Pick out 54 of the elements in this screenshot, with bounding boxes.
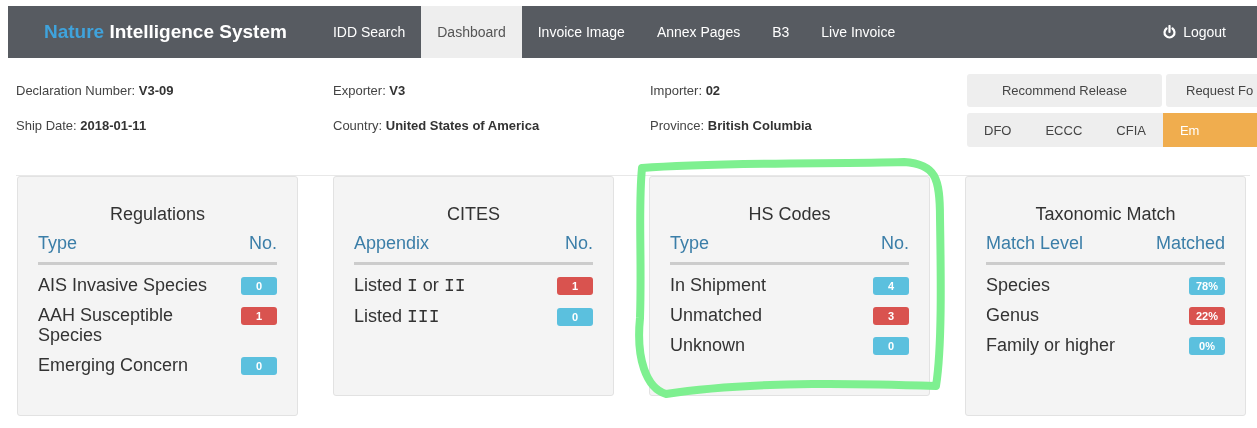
card-title: Regulations [108,204,207,225]
nav-tab[interactable]: Dashboard [421,6,522,58]
count-badge: 0 [241,357,277,375]
row-label: Unmatched [670,305,763,325]
column-header: Type [670,233,710,254]
detail-field: Province: British Columbia [650,118,967,133]
row-label: Unknown [670,335,746,355]
count-badge: 22% [1189,307,1225,325]
row-label: AIS Invasive Species [38,275,208,295]
detail-field: Importer: 02 [650,83,967,98]
count-badge: 1 [241,307,277,325]
agency-tab[interactable]: DFO [967,113,1029,147]
card-title: HS Codes [747,204,832,225]
count-badge: 4 [873,277,909,295]
nav-tab[interactable]: Live Invoice [805,6,912,58]
count-badge: 0 [557,308,593,326]
row-label: Listed III [354,306,440,327]
column-header: Appendix [354,233,430,254]
nav-tab[interactable]: Annex Pages [640,6,757,58]
nav-tab[interactable]: B3 [756,6,806,58]
nav-tab[interactable]: IDD Search [316,6,422,58]
column-header: Match Level [986,233,1084,254]
column-header: No. [249,233,277,254]
count-badge: 0 [241,277,277,295]
card-title: Taxonomic Match [1034,204,1177,225]
row-label: AAH Susceptible Species [38,305,175,345]
count-badge: 3 [873,307,909,325]
row-label: Listed I or II [354,275,466,296]
action-button[interactable]: Recommend Release [967,74,1162,107]
column-header: No. [881,233,909,254]
detail-field: Ship Date: 2018-01-11 [16,118,333,133]
count-badge: 78% [1189,277,1225,295]
card-title: CITES [446,204,501,225]
count-badge: 0% [1189,337,1225,355]
power-icon [1163,25,1177,39]
row-label: Species [986,275,1051,295]
count-badge: 0 [873,337,909,355]
detail-field: Country: United States of America [333,118,650,133]
nav-tab[interactable]: Invoice Image [521,6,641,58]
agency-tab[interactable]: CFIA [1099,113,1163,147]
detail-field: Declaration Number: V3-09 [16,83,333,98]
column-header: Type [38,233,78,254]
action-button[interactable]: Request Fo [1166,74,1257,107]
app-brand: Nature Intelligence System [43,20,288,44]
row-label: In Shipment [670,275,767,295]
agency-tab[interactable]: ECCC [1028,113,1100,147]
row-label: Genus [986,305,1040,325]
column-header: Matched [1155,233,1225,254]
detail-field: Exporter: V3 [333,83,650,98]
row-label: Family or higher [986,335,1116,355]
row-label: Emerging Concern [38,355,189,375]
count-badge: 1 [557,277,593,295]
column-header: No. [565,233,593,254]
logout-link[interactable]: Logout [1163,6,1257,58]
